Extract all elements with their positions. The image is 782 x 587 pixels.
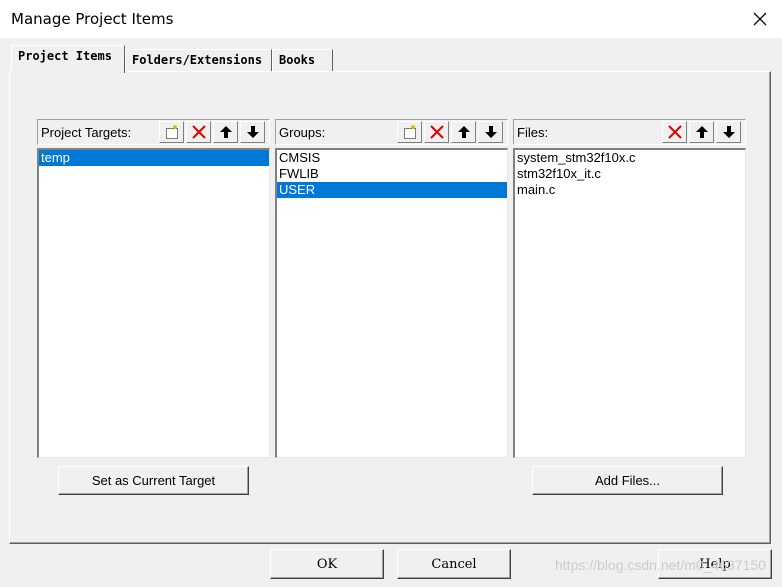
tab-project-items[interactable]: Project Items [11, 45, 125, 73]
title-bar: Manage Project Items [0, 0, 782, 38]
new-target-button[interactable] [159, 121, 184, 143]
move-down-file-button[interactable] [716, 121, 741, 143]
groups-listbox[interactable]: CMSIS FWLIB USER [275, 148, 508, 458]
cancel-button[interactable]: Cancel [397, 549, 511, 579]
delete-target-button[interactable] [186, 121, 211, 143]
list-item-cmsis[interactable]: CMSIS [277, 150, 507, 166]
new-group-button[interactable] [397, 121, 422, 143]
targets-listbox[interactable]: temp [37, 148, 270, 458]
delete-icon [429, 125, 444, 139]
move-up-icon [457, 126, 470, 138]
move-down-icon [246, 126, 259, 138]
delete-file-button[interactable] [662, 121, 687, 143]
tab-folders-extensions[interactable]: Folders/Extensions [125, 49, 272, 72]
files-header: Files: [513, 119, 746, 145]
groups-label: Groups: [279, 125, 326, 140]
list-item-user[interactable]: USER [277, 182, 507, 198]
ok-button[interactable]: OK [270, 549, 384, 579]
close-icon [753, 12, 767, 26]
delete-icon [191, 125, 206, 139]
move-down-target-button[interactable] [240, 121, 265, 143]
delete-icon [667, 125, 682, 139]
tab-label: Project Items [18, 49, 112, 63]
add-files-button[interactable]: Add Files... [532, 466, 723, 495]
manage-project-items-dialog: Manage Project Items Project Items Folde… [0, 0, 782, 587]
files-label: Files: [517, 125, 549, 140]
files-listbox[interactable]: system_stm32f10x.c stm32f10x_it.c main.c [513, 148, 746, 458]
delete-group-button[interactable] [424, 121, 449, 143]
button-label: OK [316, 556, 338, 572]
watermark-text: https://blog.csdn.net/m0_4637150 [555, 557, 766, 573]
button-label: Set as Current Target [91, 473, 216, 488]
groups-header: Groups: [275, 119, 508, 145]
move-up-file-button[interactable] [689, 121, 714, 143]
move-up-icon [695, 126, 708, 138]
list-item-file[interactable]: system_stm32f10x.c [515, 150, 745, 166]
list-item-file[interactable]: stm32f10x_it.c [515, 166, 745, 182]
move-up-icon [219, 126, 232, 138]
list-item-temp[interactable]: temp [39, 150, 269, 166]
close-button[interactable] [738, 0, 782, 38]
move-up-group-button[interactable] [451, 121, 476, 143]
new-icon [165, 125, 178, 139]
button-label: Add Files... [594, 473, 661, 488]
list-item-file[interactable]: main.c [515, 182, 745, 198]
list-item-fwlib[interactable]: FWLIB [277, 166, 507, 182]
tab-label: Books [279, 53, 316, 67]
tab-books[interactable]: Books [272, 49, 333, 72]
targets-header: Project Targets: [37, 119, 270, 145]
move-down-icon [484, 126, 497, 138]
tab-label: Folders/Extensions [132, 53, 263, 67]
move-up-target-button[interactable] [213, 121, 238, 143]
move-down-icon [722, 126, 735, 138]
move-down-group-button[interactable] [478, 121, 503, 143]
set-current-target-button[interactable]: Set as Current Target [58, 466, 249, 495]
button-label: Cancel [431, 556, 477, 572]
new-icon [403, 125, 416, 139]
targets-label: Project Targets: [41, 125, 132, 140]
dialog-title: Manage Project Items [11, 10, 174, 28]
